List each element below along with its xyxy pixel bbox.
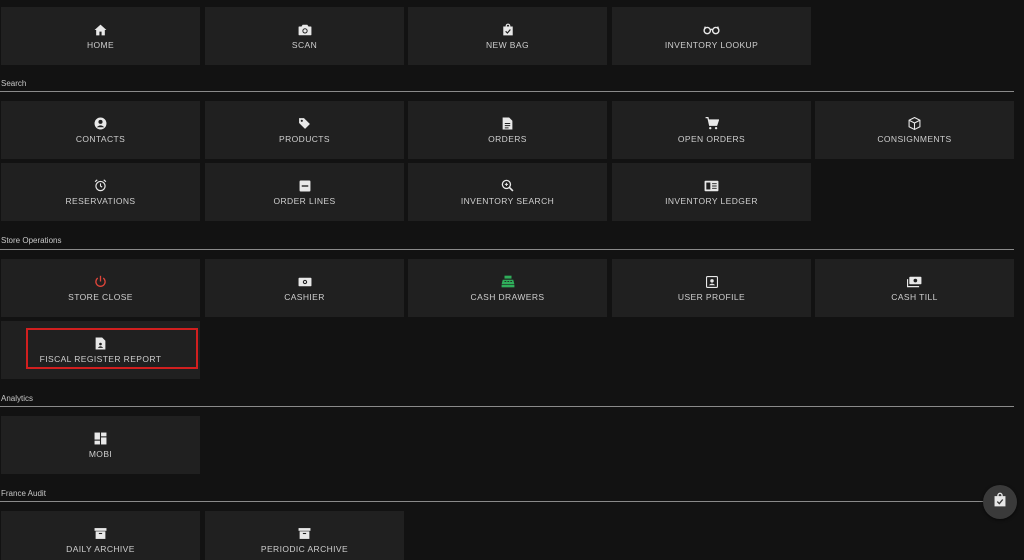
tile-periodic-archive[interactable]: PERIODIC ARCHIVE: [205, 511, 404, 560]
cart-icon: [705, 117, 719, 131]
section-divider: [0, 406, 1014, 407]
archive-icon: [298, 527, 311, 541]
shopping-bag-check-icon: [993, 492, 1007, 512]
tile-label: PRODUCTS: [279, 133, 330, 144]
section-divider: [0, 91, 1014, 92]
tile-daily-archive[interactable]: DAILY ARCHIVE: [1, 511, 200, 560]
tile-label: FISCAL REGISTER REPORT: [39, 353, 162, 364]
tile-label: USER PROFILE: [677, 291, 746, 302]
tile-scan[interactable]: SCAN: [205, 7, 404, 65]
tile-mobi[interactable]: MOBI: [1, 416, 200, 474]
tile-label: HOME: [86, 39, 115, 50]
list-box-icon: [299, 179, 311, 193]
tile-label: STORE CLOSE: [68, 291, 133, 302]
tile-user-profile[interactable]: USER PROFILE: [612, 259, 811, 317]
tile-consignments[interactable]: CONSIGNMENTS: [815, 101, 1014, 159]
tile-cash-till[interactable]: CASH TILL: [815, 259, 1014, 317]
section-title-france-audit: France Audit: [1, 489, 46, 498]
archive-icon: [94, 527, 107, 541]
ledger-icon: [704, 179, 719, 193]
tile-label: INVENTORY LEDGER: [665, 195, 758, 206]
tile-label: INVENTORY SEARCH: [460, 195, 555, 206]
section-divider: [0, 501, 985, 502]
tile-label: PERIODIC ARCHIVE: [260, 543, 349, 554]
tile-label: MOBI: [88, 448, 113, 459]
tile-label: CONSIGNMENTS: [877, 133, 952, 144]
section-title-search: Search: [1, 79, 27, 88]
tile-label: NEW BAG: [486, 39, 529, 50]
power-icon: [94, 275, 107, 289]
tile-inventory-lookup[interactable]: INVENTORY LOOKUP: [612, 7, 811, 65]
cash-register-icon: [501, 275, 515, 289]
tile-label: CASH DRAWERS: [470, 291, 545, 302]
tile-orders[interactable]: ORDERS: [408, 101, 607, 159]
tile-cash-drawers[interactable]: CASH DRAWERS: [408, 259, 607, 317]
tile-reservations[interactable]: RESERVATIONS: [1, 163, 200, 221]
tile-order-lines[interactable]: ORDER LINES: [205, 163, 404, 221]
tile-label: ORDER LINES: [273, 195, 336, 206]
section-title-analytics: Analytics: [1, 394, 34, 403]
search-zoom-icon: [501, 179, 514, 193]
tile-label: CASHIER: [284, 291, 325, 302]
user-box-icon: [705, 275, 718, 289]
tile-label: ORDERS: [488, 133, 527, 144]
tile-new-bag[interactable]: NEW BAG: [408, 7, 607, 65]
section-divider: [0, 249, 1014, 250]
tile-cashier[interactable]: CASHIER: [205, 259, 404, 317]
cash-multiple-icon: [907, 275, 922, 289]
document-icon: [502, 117, 513, 131]
glasses-icon: [703, 23, 720, 37]
tile-products[interactable]: PRODUCTS: [205, 101, 404, 159]
tile-label: SCAN: [291, 39, 318, 50]
home-icon: [94, 23, 107, 37]
camera-icon: [298, 23, 312, 37]
file-user-icon: [95, 337, 106, 351]
tile-label: INVENTORY LOOKUP: [664, 39, 759, 50]
tile-home[interactable]: HOME: [1, 7, 200, 65]
dashboard-icon: [94, 432, 107, 446]
tile-label: CASH TILL: [891, 291, 938, 302]
floating-bag-button[interactable]: [983, 485, 1017, 519]
section-title-store-operations: Store Operations: [1, 236, 62, 245]
tile-label: CONTACTS: [75, 133, 126, 144]
tile-open-orders[interactable]: OPEN ORDERS: [612, 101, 811, 159]
tile-contacts[interactable]: CONTACTS: [1, 101, 200, 159]
tile-fiscal-register-report[interactable]: FISCAL REGISTER REPORT: [1, 321, 200, 379]
tile-inventory-search[interactable]: INVENTORY SEARCH: [408, 163, 607, 221]
tile-inventory-ledger[interactable]: INVENTORY LEDGER: [612, 163, 811, 221]
tile-store-close[interactable]: STORE CLOSE: [1, 259, 200, 317]
cash-icon: [298, 275, 312, 289]
tile-label: RESERVATIONS: [65, 195, 136, 206]
tile-label: OPEN ORDERS: [677, 133, 746, 144]
alarm-clock-icon: [94, 179, 107, 193]
shopping-bag-icon: [502, 23, 514, 37]
box-icon: [908, 117, 921, 131]
tile-label: DAILY ARCHIVE: [66, 543, 135, 554]
account-circle-icon: [94, 117, 107, 131]
tag-icon: [298, 117, 311, 131]
